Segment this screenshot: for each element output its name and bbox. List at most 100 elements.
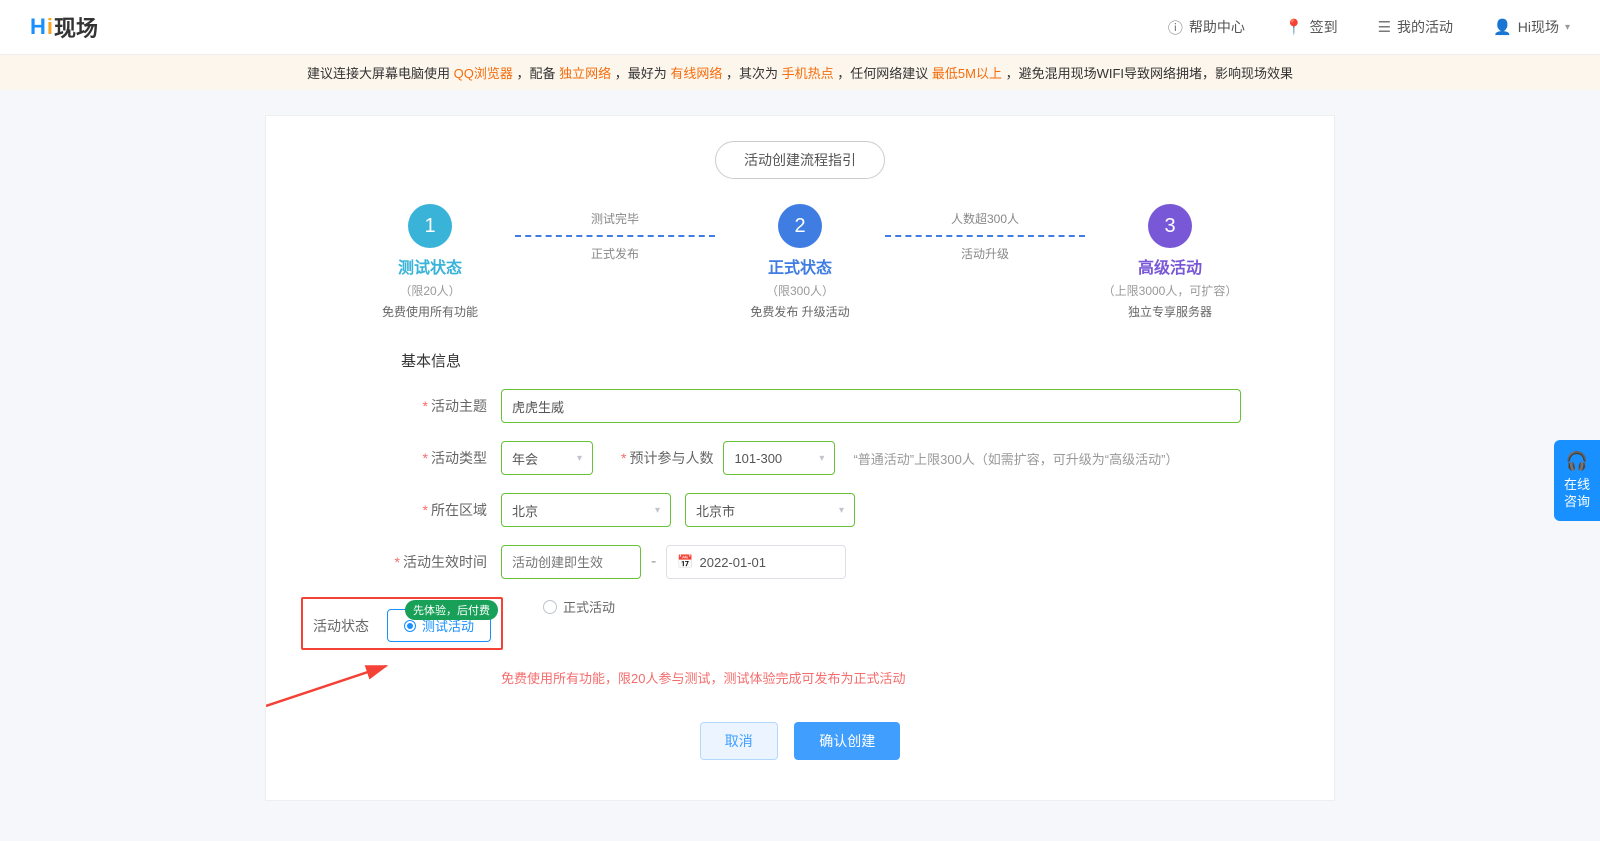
side-help-l1: 在线 [1564,477,1590,492]
label-type: *活动类型 [301,448,501,468]
status-highlight: 活动状态 测试活动 先体验，后付费 [301,597,503,650]
info-icon: ⓘ [1168,17,1183,38]
nav-checkin-label: 签到 [1310,17,1338,37]
select-type-value: 年会 [512,449,538,468]
label-time: *活动生效时间 [301,552,501,572]
step-line-2-dash [885,235,1085,237]
row-region: *所在区域 北京 ▾ 北京市 ▾ [301,493,1299,527]
row-status: 活动状态 测试活动 先体验，后付费 正式活动 [301,597,1299,650]
label-region: *所在区域 [301,500,501,520]
nav-checkin[interactable]: 📍 签到 [1285,17,1338,37]
step-line-2: 人数超300人 活动升级 [885,204,1085,262]
notice-p4: ，其次为 [726,66,782,81]
time-end-value: 2022-01-01 [700,555,767,570]
notice-net2: 有线网络 [670,66,722,81]
step-3-sub: （上限3000人，可扩容） [1085,282,1255,299]
nav-help[interactable]: ⓘ 帮助中心 [1168,17,1245,38]
status-badge: 先体验，后付费 [405,600,498,620]
select-expect-value: 101-300 [734,451,782,466]
step-2-title: 正式状态 [715,254,885,278]
time-dash: - [651,553,656,571]
radio-dot-checked-icon [404,620,416,632]
input-time-start [501,545,641,579]
step-1-title: 测试状态 [345,254,515,278]
step-line-1-top: 测试完毕 [515,210,715,227]
step-3-desc: 独立专享服务器 [1085,303,1255,320]
select-city-value: 北京市 [696,501,735,520]
logo[interactable]: H i 现场 [30,11,98,43]
guide-button[interactable]: 活动创建流程指引 [715,141,885,179]
notice-net1: 独立网络 [559,66,611,81]
chevron-down-icon: ▾ [819,453,824,464]
step-1-circle: 1 [408,204,452,248]
radio-formal-activity[interactable]: 正式活动 [543,597,615,616]
guide-btn-wrap: 活动创建流程指引 [301,141,1299,179]
button-row: 取消 确认创建 [301,722,1299,760]
row-type: *活动类型 年会 ▾ *预计参与人数 101-300 ▾ “普通活动”上限300… [301,441,1299,475]
cancel-button[interactable]: 取消 [700,722,778,760]
label-expect: *预计参与人数 [621,448,723,468]
nav-my-events-label: 我的活动 [1397,17,1453,37]
notice-p3: ，最好为 [615,66,671,81]
select-province-value: 北京 [512,501,538,520]
chevron-down-icon: ▾ [1565,22,1570,33]
nav-user[interactable]: 👤 Hi现场 ▾ [1493,17,1570,37]
logo-cn: 现场 [54,11,98,43]
expect-hint: “普通活动”上限300人（如需扩容，可升级为“高级活动”） [853,449,1178,468]
app-header: H i 现场 ⓘ 帮助中心 📍 签到 ☰ 我的活动 👤 Hi现场 ▾ [0,0,1600,55]
side-help-button[interactable]: 🎧 在线 咨询 [1554,440,1600,521]
radio-dot-empty-icon [543,600,557,614]
select-city[interactable]: 北京市 ▾ [685,493,855,527]
step-line-2-bot: 活动升级 [885,245,1085,262]
form-card: 活动创建流程指引 1 测试状态 （限20人） 免费使用所有功能 测试完毕 正式发… [265,115,1335,801]
chevron-down-icon: ▾ [839,505,844,516]
step-2-circle: 2 [778,204,822,248]
step-1: 1 测试状态 （限20人） 免费使用所有功能 [345,204,515,320]
select-expect[interactable]: 101-300 ▾ [723,441,835,475]
step-1-sub: （限20人） [345,282,515,299]
notice-net4: 最低5M以上 [932,66,1002,81]
list-icon: ☰ [1378,18,1391,36]
notice-p5: ，任何网络建议 [837,66,932,81]
input-time-end[interactable]: 📅 2022-01-01 [666,545,846,579]
nav-my-events[interactable]: ☰ 我的活动 [1378,17,1453,37]
step-3-title: 高级活动 [1085,254,1255,278]
calendar-icon: 📅 [677,554,693,570]
radio-formal-label: 正式活动 [563,597,615,616]
radio-test-activity[interactable]: 测试活动 先体验，后付费 [387,609,491,642]
confirm-button[interactable]: 确认创建 [794,722,900,760]
nav-help-label: 帮助中心 [1189,17,1245,37]
logo-h: H [30,14,46,40]
step-3: 3 高级活动 （上限3000人，可扩容） 独立专享服务器 [1085,204,1255,320]
row-theme: *活动主题 [301,389,1299,423]
select-type[interactable]: 年会 ▾ [501,441,593,475]
step-1-desc: 免费使用所有功能 [345,303,515,320]
notice-p6: ，避免混用现场WIFI导致网络拥堵，影响现场效果 [1006,66,1293,81]
chevron-down-icon: ▾ [577,453,582,464]
nav-user-label: Hi现场 [1518,17,1559,37]
label-theme: *活动主题 [301,396,501,416]
pin-icon: 📍 [1285,18,1304,36]
steps: 1 测试状态 （限20人） 免费使用所有功能 测试完毕 正式发布 2 正式状态 … [301,204,1299,320]
input-theme[interactable] [501,389,1241,423]
notice-p2: ，配备 [516,66,559,81]
section-title: 基本信息 [401,350,1299,371]
step-2-sub: （限300人） [715,282,885,299]
user-icon: 👤 [1493,18,1512,36]
notice-qq: QQ浏览器 [454,66,513,81]
status-note: 免费使用所有功能，限20人参与测试，测试体验完成可发布为正式活动 [501,668,1299,687]
headset-icon: 🎧 [1554,450,1600,473]
step-2-desc: 免费发布 升级活动 [715,303,885,320]
notice-bar: 建议连接大屏幕电脑使用 QQ浏览器 ，配备 独立网络 ，最好为 有线网络 ，其次… [0,55,1600,90]
row-time: *活动生效时间 - 📅 2022-01-01 [301,545,1299,579]
select-province[interactable]: 北京 ▾ [501,493,671,527]
logo-i: i [47,14,53,40]
step-2: 2 正式状态 （限300人） 免费发布 升级活动 [715,204,885,320]
step-line-1-bot: 正式发布 [515,245,715,262]
step-line-1-dash [515,235,715,237]
step-line-1: 测试完毕 正式发布 [515,204,715,262]
notice-p1: 建议连接大屏幕电脑使用 [307,66,454,81]
chevron-down-icon: ▾ [655,505,660,516]
page: 活动创建流程指引 1 测试状态 （限20人） 免费使用所有功能 测试完毕 正式发… [0,90,1600,841]
step-3-circle: 3 [1148,204,1192,248]
